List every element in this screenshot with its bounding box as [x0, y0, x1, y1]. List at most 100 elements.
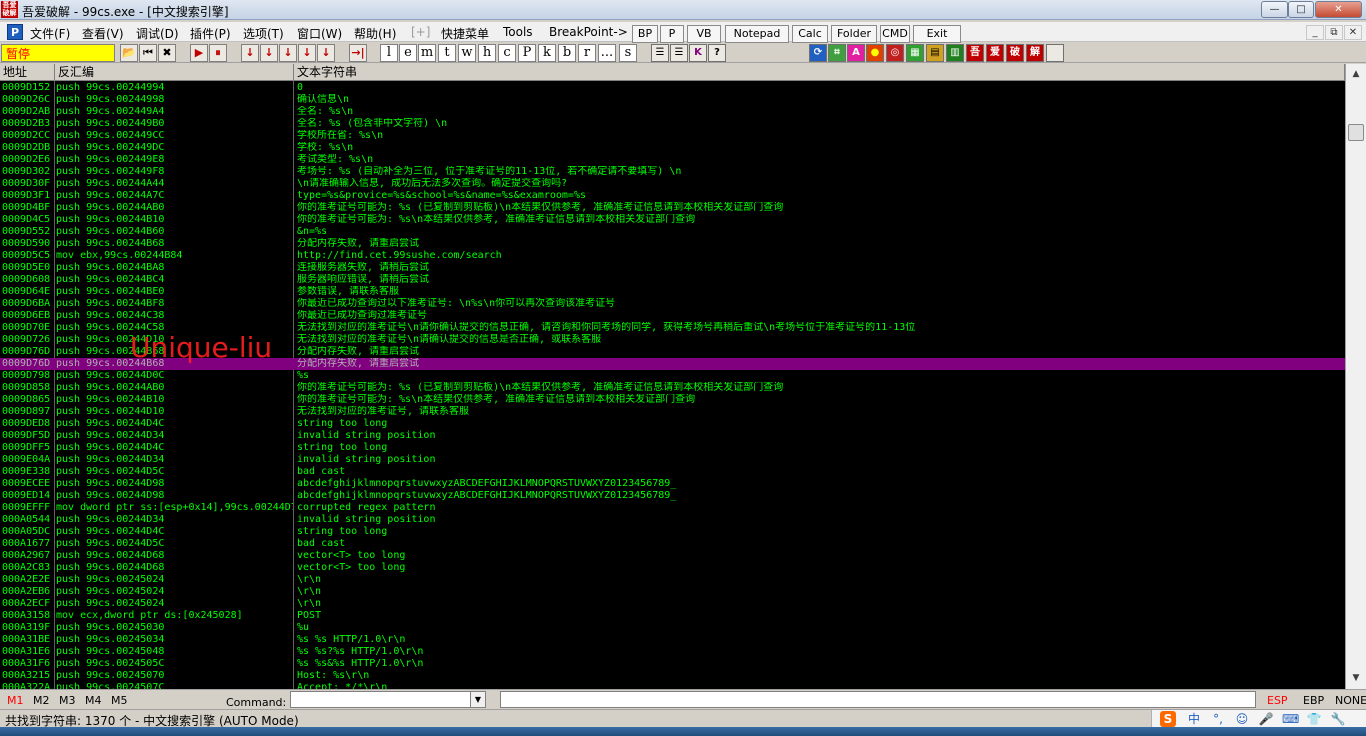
table-row[interactable]: 0009D590 push 99cs.00244B68 分配内存失败, 请重启尝试 — [0, 238, 1345, 250]
stack-icon[interactable]: ▥ — [946, 44, 964, 62]
trace-into-icon[interactable]: ↓ — [279, 44, 297, 62]
table-row[interactable]: 000A31F6 push 99cs.0024505C %s %s&%s HTTP/… — [0, 658, 1345, 670]
table-row[interactable]: 0009D798 push 99cs.00244D0C %s — [0, 370, 1345, 382]
menu-expand[interactable]: [+] — [411, 25, 430, 39]
menu-help[interactable]: 帮助(H) — [354, 25, 396, 42]
table-row[interactable]: 0009ED14 push 99cs.00244D98 abcdefghijklmn… — [0, 490, 1345, 502]
register-ebp[interactable]: EBP — [1303, 694, 1324, 707]
table-row[interactable]: 0009E338 push 99cs.00244D5C bad cast — [0, 466, 1345, 478]
command-input[interactable] — [290, 691, 486, 708]
menu-window[interactable]: 窗口(W) — [297, 25, 342, 42]
table-row[interactable]: 000A1677 push 99cs.00244D5C bad cast — [0, 538, 1345, 550]
target-icon[interactable]: ◎ — [886, 44, 904, 62]
table-row[interactable]: 0009ECEE push 99cs.00244D98 abcdefghijklmn… — [0, 478, 1345, 490]
table-row[interactable]: 000A31E6 push 99cs.00245048 %s %s?%s HTTP/… — [0, 646, 1345, 658]
memory-tab-m2[interactable]: M2 — [33, 694, 50, 707]
table-row[interactable]: 0009DED8 push 99cs.00244D4C string too lon… — [0, 418, 1345, 430]
run-icon[interactable]: ▶ — [190, 44, 208, 62]
app-icon[interactable]: 吾爱破解 — [1, 1, 18, 18]
jie-icon[interactable]: 解 — [1026, 44, 1044, 62]
vertical-scrollbar[interactable]: ▲ ▼ — [1345, 64, 1366, 689]
command-dropdown-icon[interactable]: ▼ — [470, 692, 485, 707]
table-row[interactable]: 0009D897 push 99cs.00244D10 无法找到对应的准考证号, 请… — [0, 406, 1345, 418]
table-row[interactable]: 000A05DC push 99cs.00244D4C string too lon… — [0, 526, 1345, 538]
ime-keyboard-icon[interactable]: ⌨ — [1282, 711, 1299, 727]
step-over-icon[interactable]: ↓ — [260, 44, 278, 62]
ime-skin-icon[interactable]: 👕 — [1306, 711, 1322, 727]
table-row[interactable]: 000A3158 mov ecx,dword ptr ds:[0x245028] P… — [0, 610, 1345, 622]
window-button-r[interactable]: r — [578, 44, 596, 62]
table-row[interactable]: 000A0544 push 99cs.00244D34 invalid string… — [0, 514, 1345, 526]
menu-shortcut[interactable]: 快捷菜单 — [441, 25, 489, 42]
table-row[interactable]: 0009D552 push 99cs.00244B60 &n=%s — [0, 226, 1345, 238]
step-into-icon[interactable]: ↓ — [241, 44, 259, 62]
window-button-b[interactable]: b — [558, 44, 576, 62]
table-row[interactable]: 0009DFF5 push 99cs.00244D4C string too lon… — [0, 442, 1345, 454]
go-to-icon[interactable]: →| — [349, 44, 367, 62]
window-button-s[interactable]: s — [619, 44, 637, 62]
ime-chinese-mode-icon[interactable]: 中 — [1186, 711, 1202, 727]
table-row[interactable]: 0009D858 push 99cs.00244AB0 你的准考证号可能为: %s … — [0, 382, 1345, 394]
window-button-w[interactable]: w — [458, 44, 476, 62]
pause-icon[interactable]: ⏸ — [209, 44, 227, 62]
ime-voice-icon[interactable]: 🎤 — [1258, 711, 1274, 727]
text-icon[interactable]: A — [847, 44, 865, 62]
table-icon[interactable]: ▦ — [906, 44, 924, 62]
mdi-close-button[interactable]: ✕ — [1344, 25, 1362, 40]
menu-plugins[interactable]: 插件(P) — [190, 25, 231, 42]
plugin-vb-button[interactable]: VB — [687, 25, 721, 43]
plugin-cmd-button[interactable]: CMD — [880, 25, 910, 43]
table-row[interactable]: 0009D30F push 99cs.00244A44 \n请准确输入信息, 成功后… — [0, 178, 1345, 190]
close-process-icon[interactable]: ✖ — [158, 44, 176, 62]
table-row[interactable]: 000A2ECF push 99cs.00245024 \r\n — [0, 598, 1345, 610]
table-row[interactable]: 000A2EB6 push 99cs.00245024 \r\n — [0, 586, 1345, 598]
plugin-bp-button[interactable]: BP — [632, 25, 658, 43]
table-row[interactable]: 0009D2AB push 99cs.002449A4 全名: %s\n — [0, 106, 1345, 118]
table-row[interactable]: 0009E04A push 99cs.00244D34 invalid string… — [0, 454, 1345, 466]
table-row[interactable]: 000A2C83 push 99cs.00244D68 vector<T> too … — [0, 562, 1345, 574]
mdi-restore-button[interactable]: ⧉ — [1325, 25, 1343, 40]
restart-icon[interactable]: ⏮ — [139, 44, 157, 62]
memory-icon[interactable]: ▤ — [926, 44, 944, 62]
table-row[interactable]: 0009EFFF mov dword ptr ss:[esp+0x14],99cs… — [0, 502, 1345, 514]
table-row[interactable]: 0009D6BA push 99cs.00244BF8 你最近已成功查询过以下准考证… — [0, 298, 1345, 310]
ime-punctuation-icon[interactable]: °, — [1210, 711, 1226, 727]
mdi-minimize-button[interactable]: _ — [1306, 25, 1324, 40]
list-icon[interactable]: ☰ — [651, 44, 669, 62]
register-esp[interactable]: ESP — [1267, 694, 1288, 707]
table-row[interactable]: 000A2967 push 99cs.00244D68 vector<T> too … — [0, 550, 1345, 562]
ime-emoji-icon[interactable]: ☺ — [1234, 711, 1250, 727]
menu-breakpoint[interactable]: BreakPoint-> — [549, 25, 628, 39]
help-icon[interactable]: ? — [708, 44, 726, 62]
record-icon[interactable]: ● — [866, 44, 884, 62]
window-button-t[interactable]: t — [438, 44, 456, 62]
wu-icon[interactable]: 吾 — [966, 44, 984, 62]
menu-options[interactable]: 选项(T) — [243, 25, 284, 42]
trace-over-icon[interactable]: ↓ — [298, 44, 316, 62]
table-row[interactable]: 0009D865 push 99cs.00244B10 你的准考证号可能为: %s\… — [0, 394, 1345, 406]
table-row[interactable]: 000A31BE push 99cs.00245034 %s %s HTTP/1.0… — [0, 634, 1345, 646]
table-row[interactable]: 000A2E2E push 99cs.00245024 \r\n — [0, 574, 1345, 586]
window-button-c[interactable]: c — [498, 44, 516, 62]
table-row[interactable]: 000A319F push 99cs.00245030 %u — [0, 622, 1345, 634]
scroll-down-arrow-icon[interactable]: ▼ — [1348, 670, 1364, 686]
table-row[interactable]: 000A3215 push 99cs.00245070 Host: %s\r\n — [0, 670, 1345, 682]
memory-tab-m5[interactable]: M5 — [111, 694, 128, 707]
window-button-k[interactable]: k — [538, 44, 556, 62]
table-row[interactable]: 0009DF5D push 99cs.00244D34 invalid string… — [0, 430, 1345, 442]
ime-tools-icon[interactable]: 🔧 — [1330, 711, 1346, 727]
window-button-h[interactable]: h — [478, 44, 496, 62]
table-row[interactable]: 0009D5E0 push 99cs.00244BA8 连接服务器失败, 请稍后尝试 — [0, 262, 1345, 274]
ai-icon[interactable]: 爱 — [986, 44, 1004, 62]
memory-tab-m3[interactable]: M3 — [59, 694, 76, 707]
table-row[interactable]: 0009D608 push 99cs.00244BC4 服务器响应错误, 请稍后尝试 — [0, 274, 1345, 286]
plugin-exit-button[interactable]: Exit — [913, 25, 961, 43]
table-row[interactable]: 0009D3F1 push 99cs.00244A7C type=%s&provic… — [0, 190, 1345, 202]
window-button-e[interactable]: e — [399, 44, 417, 62]
window-button-l[interactable]: l — [380, 44, 398, 62]
table-row[interactable]: 0009D2E6 push 99cs.002449E8 考试类型: %s\n — [0, 154, 1345, 166]
scroll-thumb[interactable] — [1348, 124, 1364, 141]
menu-debug[interactable]: 调试(D) — [136, 25, 179, 42]
register-none[interactable]: NONE — [1335, 694, 1366, 707]
table-row[interactable]: 0009D4C5 push 99cs.00244B10 你的准考证号可能为: %s\… — [0, 214, 1345, 226]
